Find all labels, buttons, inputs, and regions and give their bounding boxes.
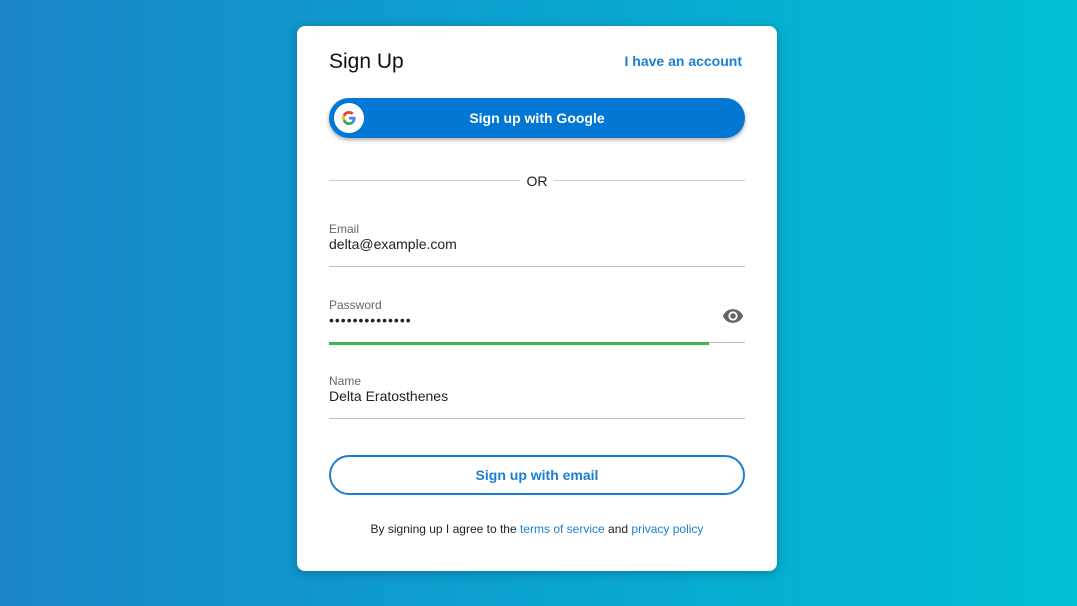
email-signup-button[interactable]: Sign up with email (329, 455, 745, 495)
terms-and: and (608, 522, 629, 536)
divider-text: OR (526, 173, 548, 189)
name-underline (329, 418, 745, 419)
privacy-policy-link[interactable]: privacy policy (631, 522, 703, 536)
name-input[interactable] (329, 388, 709, 404)
password-strength-bar (329, 342, 709, 345)
divider-line-right (554, 180, 745, 181)
or-divider: OR (329, 171, 745, 191)
email-input[interactable] (329, 236, 709, 252)
google-signup-button[interactable]: Sign up with Google (329, 98, 745, 138)
google-signup-label: Sign up with Google (469, 110, 605, 126)
email-label: Email (329, 222, 360, 236)
password-input[interactable] (329, 312, 709, 328)
password-field: Password (329, 298, 745, 346)
have-account-link[interactable]: I have an account (625, 53, 742, 69)
eye-icon[interactable] (721, 304, 745, 328)
page-title: Sign Up (329, 50, 404, 73)
name-label: Name (329, 374, 362, 388)
name-field: Name (329, 374, 745, 420)
password-label: Password (329, 298, 382, 312)
google-g-icon (334, 103, 364, 133)
terms-text: By signing up I agree to the terms of se… (297, 522, 777, 536)
email-underline (329, 266, 745, 267)
terms-of-service-link[interactable]: terms of service (520, 522, 605, 536)
email-field: Email (329, 222, 745, 268)
card-header: Sign Up I have an account (329, 48, 745, 78)
signup-card: Sign Up I have an account Sign up with G… (297, 26, 777, 571)
terms-prefix: By signing up I agree to the (370, 522, 517, 536)
